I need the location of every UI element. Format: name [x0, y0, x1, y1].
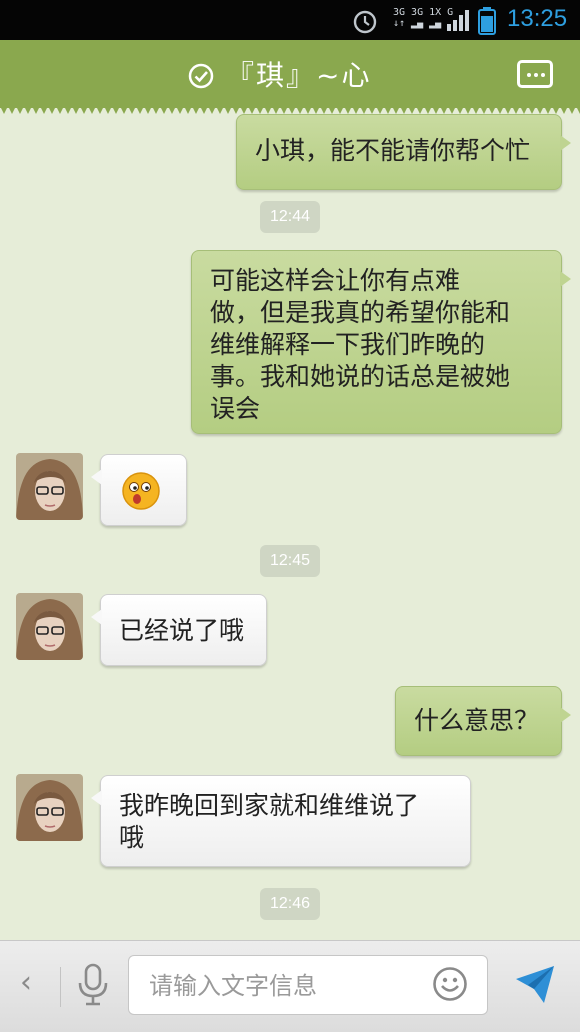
- battery-icon: [478, 7, 496, 35]
- message-line: 哦: [119, 823, 145, 852]
- chat-area[interactable]: 小琪，能不能请你帮个忙 12:44 可能这样会让你有点难 做，但是我真的希望你能…: [0, 108, 580, 940]
- more-dot-icon: [541, 73, 545, 77]
- divider: [60, 967, 61, 1007]
- message-line: 维维解释一下我们昨晚的: [210, 330, 486, 359]
- message-line: 误会: [210, 394, 261, 423]
- message-line: 我昨晚回到家就和维维说了: [119, 791, 420, 820]
- network-indicator: 3G 3G 1X G ↓↑ ▂▄ ▂▄: [393, 7, 454, 29]
- message-line: 可能这样会让你有点难: [210, 266, 461, 295]
- timestamp: 12:46: [260, 888, 320, 920]
- timestamp: 12:45: [260, 545, 320, 577]
- status-bar: 3G 3G 1X G ↓↑ ▂▄ ▂▄ 13:25: [0, 0, 580, 40]
- message-bubble-outgoing[interactable]: 可能这样会让你有点难 做，但是我真的希望你能和 维维解释一下我们昨晚的 事。我和…: [191, 250, 571, 434]
- alarm-clock-icon: [353, 10, 377, 34]
- smiley-icon[interactable]: [432, 966, 468, 1002]
- timestamp: 12:44: [260, 201, 320, 233]
- more-options-button[interactable]: [517, 60, 553, 88]
- message-input[interactable]: [147, 968, 411, 1004]
- microphone-icon[interactable]: [77, 963, 109, 1007]
- send-icon[interactable]: [514, 963, 556, 1005]
- message-bubble-incoming[interactable]: 已经说了哦: [91, 594, 267, 666]
- check-circle-icon: [188, 63, 214, 89]
- message-text: 小琪，能不能请你帮个忙: [255, 136, 531, 165]
- message-bubble-outgoing[interactable]: 什么意思？: [395, 686, 571, 756]
- more-dot-icon: [527, 73, 531, 77]
- message-line: 事。我和她说的话总是被她: [210, 362, 511, 391]
- contact-avatar[interactable]: [16, 774, 83, 841]
- signal-icon: [447, 10, 469, 31]
- more-dot-icon: [534, 73, 538, 77]
- input-bar: ‹: [0, 940, 580, 1032]
- message-bubble-incoming[interactable]: 我昨晚回到家就和维维说了 哦: [91, 775, 471, 867]
- message-bubble-outgoing[interactable]: 小琪，能不能请你帮个忙: [236, 114, 571, 190]
- chevron-left-icon[interactable]: ‹: [20, 965, 32, 1000]
- message-text: 已经说了哦: [119, 616, 245, 645]
- message-text: 什么意思？: [414, 706, 540, 735]
- contact-avatar[interactable]: [16, 593, 83, 660]
- contact-avatar[interactable]: [16, 453, 83, 520]
- message-bubble-incoming[interactable]: [91, 454, 187, 526]
- chat-header: 『琪』~心: [0, 40, 580, 114]
- surprised-face-icon: [122, 472, 160, 510]
- message-line: 做，但是我真的希望你能和: [210, 298, 511, 327]
- status-time: 13:25: [507, 5, 568, 32]
- chat-title: 『琪』~心: [226, 59, 372, 92]
